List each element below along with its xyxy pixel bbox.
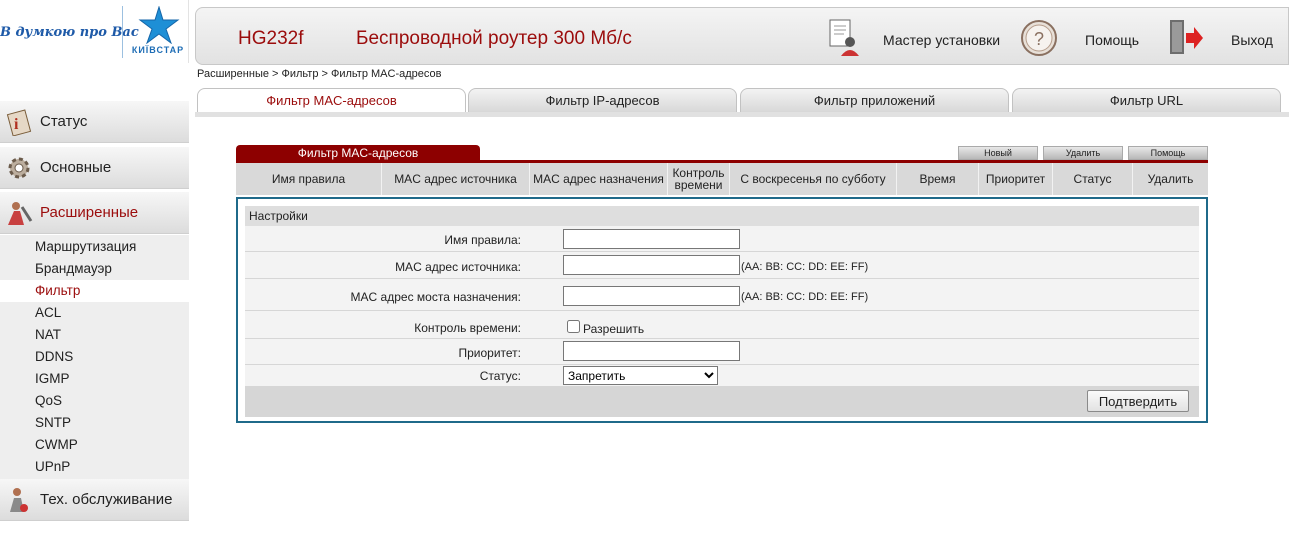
status-select[interactable]: Запретить xyxy=(563,366,718,385)
tab-mac-filter[interactable]: Фильтр MAC-адресов xyxy=(197,88,466,113)
sidebar-item-acl[interactable]: ACL xyxy=(0,302,189,324)
dst-mac-input[interactable] xyxy=(563,286,740,306)
time-control-label: Контроль времени: xyxy=(414,321,521,335)
form-row-priority: Приоритет: xyxy=(245,339,1199,365)
sidebar-item-label: Статус xyxy=(40,113,88,130)
svg-text:?: ? xyxy=(1034,29,1044,49)
column-header: Удалить xyxy=(1132,163,1208,195)
src-mac-hint: (AA: BB: CC: DD: EE: FF) xyxy=(741,261,869,273)
brand-name: КИЇВСТАР xyxy=(131,45,185,55)
time-control-checkbox[interactable] xyxy=(567,320,580,333)
sidebar-item-upnp[interactable]: UPnP xyxy=(0,456,189,478)
priority-label: Приоритет: xyxy=(458,346,521,360)
logo: В думкою про Вас КИЇВСТАР xyxy=(0,0,189,63)
sidebar-item-igmp[interactable]: IGMP xyxy=(0,368,189,390)
sidebar-item-firewall[interactable]: Брандмауэр xyxy=(0,258,189,280)
form-row-status: Статус: Запретить xyxy=(245,365,1199,386)
wizard-icon[interactable] xyxy=(826,18,864,58)
tab-underline xyxy=(195,112,1289,117)
src-mac-label: MAC адрес источника: xyxy=(395,260,521,274)
sidebar-item-label: Тех. обслуживание xyxy=(40,491,173,508)
status-icon: i xyxy=(6,109,32,136)
confirm-button[interactable]: Подтвердить xyxy=(1087,390,1189,412)
sidebar-item-advanced[interactable]: Расширенные xyxy=(0,192,189,234)
delete-button[interactable]: Удалить xyxy=(1043,146,1123,160)
sidebar-item-basic[interactable]: Основные xyxy=(0,147,189,189)
product-name: Беспроводной роутер 300 Мб/с xyxy=(356,28,632,49)
settings-title: Настройки xyxy=(245,206,1199,226)
form-footer: Подтвердить xyxy=(245,386,1199,417)
form-row-time-control: Контроль времени: Разрешить xyxy=(245,311,1199,339)
logo-divider xyxy=(122,6,123,58)
rule-name-label: Имя правила: xyxy=(444,233,521,247)
column-header: MAC адрес назначения xyxy=(529,163,667,195)
dst-mac-hint: (AA: BB: CC: DD: EE: FF) xyxy=(741,291,869,303)
breadcrumb: Расширенные > Фильтр > Фильтр MAC-адресо… xyxy=(197,68,442,80)
column-header: Имя правила xyxy=(271,172,346,186)
column-header: Время xyxy=(896,163,978,195)
column-header: MAC адрес источника xyxy=(381,163,529,195)
star-icon xyxy=(138,6,180,44)
exit-link[interactable]: Выход xyxy=(1231,32,1273,48)
sidebar-item-label: Расширенные xyxy=(40,204,139,221)
section-title: Фильтр MAC-адресов xyxy=(236,145,480,161)
settings-form: Настройки Имя правила: MAC адрес источни… xyxy=(245,206,1199,417)
help-link[interactable]: Помощь xyxy=(1085,32,1139,48)
form-row-dst-mac: MAC адрес моста назначения: (AA: BB: CC:… xyxy=(245,279,1199,311)
sidebar-item-sntp[interactable]: SNTP xyxy=(0,412,189,434)
sidebar-submenu: Маршрутизация Брандмауэр Фильтр ACL NAT … xyxy=(0,235,189,480)
sidebar-item-cwmp[interactable]: CWMP xyxy=(0,434,189,456)
tab-app-filter[interactable]: Фильтр приложений xyxy=(740,88,1009,112)
sidebar-item-ddns[interactable]: DDNS xyxy=(0,346,189,368)
gear-icon xyxy=(8,157,30,179)
time-control-checkbox-label: Разрешить xyxy=(583,322,645,336)
status-label: Статус: xyxy=(479,369,521,383)
column-header: Статус xyxy=(1052,163,1132,195)
tab-url-filter[interactable]: Фильтр URL xyxy=(1012,88,1281,112)
top-header: HG232f Беспроводной роутер 300 Мб/с Маст… xyxy=(195,7,1289,65)
form-row-src-mac: MAC адрес источника: (AA: BB: CC: DD: EE… xyxy=(245,252,1199,279)
sidebar-item-qos[interactable]: QoS xyxy=(0,390,189,412)
priority-input[interactable] xyxy=(563,341,740,361)
slogan: В думкою про Вас xyxy=(0,25,139,40)
new-button[interactable]: Новый xyxy=(958,146,1038,160)
help-icon[interactable]: ? xyxy=(1020,18,1058,58)
section-help-button[interactable]: Помощь xyxy=(1128,146,1208,160)
sidebar-item-status[interactable]: i Статус xyxy=(0,101,189,143)
column-header: Контроль времени xyxy=(667,163,729,195)
sidebar-item-nat[interactable]: NAT xyxy=(0,324,189,346)
wizard-link[interactable]: Мастер установки xyxy=(883,32,1000,48)
sidebar: i Статус Основные Расширенные Маршрутиза… xyxy=(0,63,189,535)
exit-icon[interactable] xyxy=(1166,18,1204,58)
rule-name-input[interactable] xyxy=(563,229,740,249)
sidebar-item-routing[interactable]: Маршрутизация xyxy=(0,236,189,258)
rules-table-header: Имя правила MAC адрес источника MAC адре… xyxy=(236,163,1208,195)
tab-ip-filter[interactable]: Фильтр IP-адресов xyxy=(468,88,737,112)
settings-panel: Настройки Имя правила: MAC адрес источни… xyxy=(236,197,1208,423)
form-row-rule-name: Имя правила: xyxy=(245,226,1199,252)
svg-text:i: i xyxy=(14,116,19,133)
sidebar-item-maintenance[interactable]: Тех. обслуживание xyxy=(0,479,189,521)
model-name: HG232f xyxy=(238,28,304,49)
sidebar-item-filter[interactable]: Фильтр xyxy=(0,280,189,302)
column-header: С воскресенья по субботу xyxy=(729,163,896,195)
dst-mac-label: MAC адрес моста назначения: xyxy=(350,290,521,304)
src-mac-input[interactable] xyxy=(563,255,740,275)
column-header: Приоритет xyxy=(978,163,1052,195)
maintenance-icon xyxy=(10,488,28,512)
advanced-icon xyxy=(8,202,33,225)
sidebar-item-label: Основные xyxy=(40,159,112,176)
